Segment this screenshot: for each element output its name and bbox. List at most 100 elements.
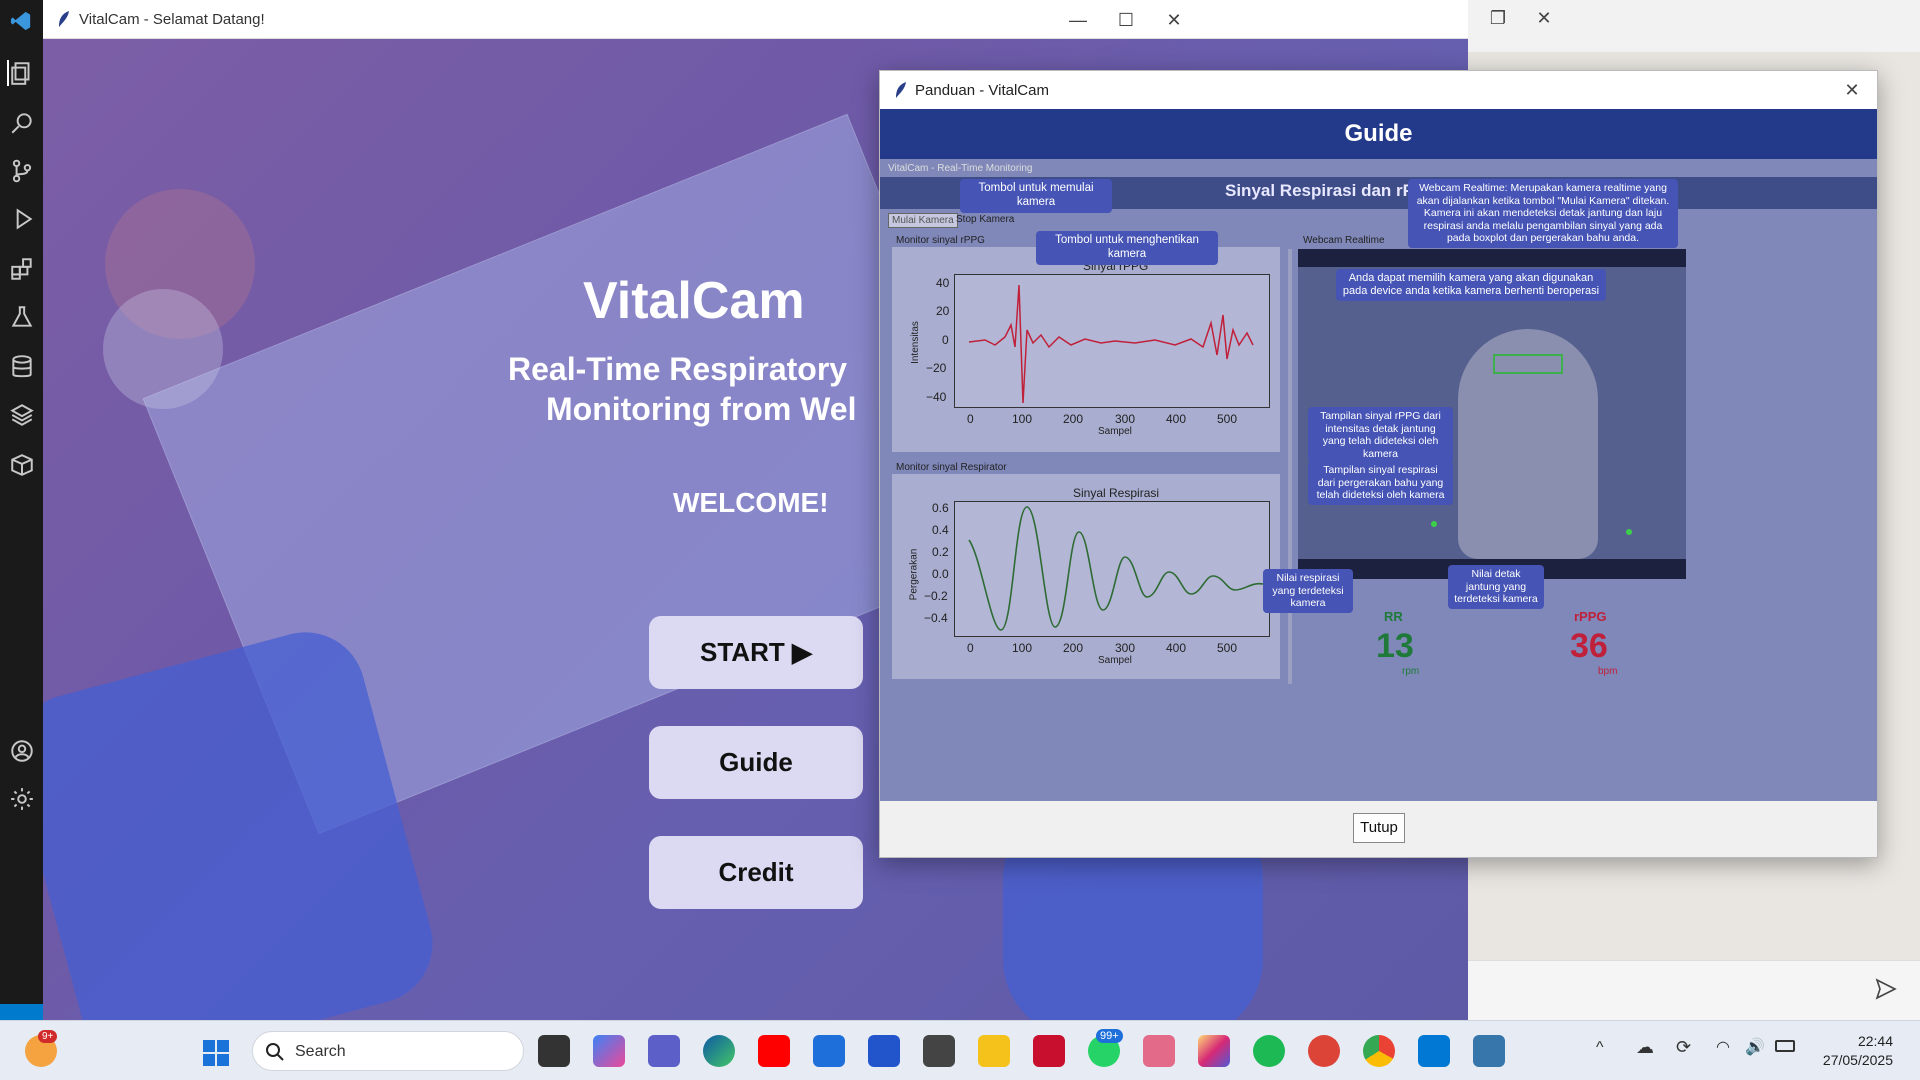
- battery-icon[interactable]: [1775, 1040, 1795, 1052]
- microsoft-store-icon[interactable]: [813, 1035, 845, 1067]
- shoulder-marker-left: [1431, 521, 1437, 527]
- search-placeholder: Search: [295, 1043, 346, 1060]
- callout-rr-value: Nilai respirasi yang terdeteksi kamera: [1263, 569, 1353, 613]
- file-explorer-icon[interactable]: [978, 1035, 1010, 1067]
- account-icon[interactable]: [9, 738, 35, 764]
- resp-xtick: 0: [967, 641, 974, 655]
- run-debug-icon[interactable]: [9, 206, 35, 232]
- resp-plot-area: [954, 501, 1270, 637]
- screenshot-start-camera-button: Mulai Kamera: [888, 213, 958, 228]
- copilot-icon[interactable]: [593, 1035, 625, 1067]
- taskbar-search-box[interactable]: Search: [252, 1031, 524, 1071]
- rppg-label: rPPG: [1574, 609, 1607, 624]
- resp-xtick: 200: [1063, 641, 1084, 655]
- testing-flask-icon[interactable]: [9, 304, 35, 330]
- rppg-ytick: 20: [936, 304, 950, 318]
- mcafee-icon[interactable]: [1033, 1035, 1065, 1067]
- main-maximize-button[interactable]: ☐: [1112, 8, 1140, 32]
- source-control-icon[interactable]: [9, 158, 35, 184]
- rppg-ylabel: Intensitas: [909, 321, 921, 364]
- youtube-icon[interactable]: [758, 1035, 790, 1067]
- vscode-activity-bar: [0, 0, 43, 1020]
- snipping-app-icon[interactable]: [1143, 1035, 1175, 1067]
- rppg-xtick: 0: [967, 412, 974, 426]
- remote-indicator[interactable]: [0, 1004, 43, 1020]
- send-icon[interactable]: [1874, 977, 1898, 1001]
- guide-screenshot: VitalCam - Real-Time Monitoring Sinyal R…: [880, 159, 1877, 801]
- teams-icon[interactable]: [648, 1035, 680, 1067]
- edge-icon[interactable]: [703, 1035, 735, 1067]
- taskbar-date[interactable]: 27/05/2025: [1813, 1052, 1893, 1068]
- rppg-xtick: 200: [1063, 412, 1084, 426]
- task-view-icon[interactable]: [538, 1035, 570, 1067]
- app-subtitle-line2: Monitoring from Wel: [546, 391, 857, 427]
- vscode-taskbar-icon[interactable]: [1418, 1035, 1450, 1067]
- resp-ytick: 0.2: [932, 545, 949, 559]
- taskbar-time[interactable]: 22:44: [1823, 1033, 1893, 1049]
- resp-ytick: −0.2: [924, 589, 948, 603]
- main-window-title: VitalCam - Selamat Datang!: [79, 11, 265, 28]
- layers-icon[interactable]: [9, 402, 35, 428]
- rppg-plot-area: [954, 274, 1270, 408]
- resp-ytick: 0.4: [932, 523, 949, 537]
- chrome-profile-icon[interactable]: [1308, 1035, 1340, 1067]
- spotify-icon[interactable]: [1253, 1035, 1285, 1067]
- close-guide-button[interactable]: Tutup: [1353, 813, 1405, 843]
- guide-dialog: Panduan - VitalCam ✕ Guide VitalCam - Re…: [879, 70, 1878, 858]
- resp-ylabel: Pergerakan: [908, 548, 920, 601]
- explorer-icon[interactable]: [7, 60, 33, 86]
- python-app-icon[interactable]: [1473, 1035, 1505, 1067]
- rppg-signal-line: [968, 284, 1254, 404]
- resp-xtick: 100: [1012, 641, 1033, 655]
- cloud-sync-icon[interactable]: ☁: [1636, 1037, 1654, 1058]
- rppg-xtick: 300: [1115, 412, 1136, 426]
- search-icon[interactable]: [9, 110, 35, 136]
- callout-start-camera: Tombol untuk memulai kamera: [960, 179, 1112, 213]
- callout-hr-value: Nilai detak jantung yang terdeteksi kame…: [1448, 565, 1544, 609]
- guide-close-button[interactable]: ✕: [1838, 78, 1866, 102]
- rr-unit: rpm: [1402, 666, 1420, 677]
- settings-gear-icon[interactable]: [9, 786, 35, 812]
- resp-plot-title: Sinyal Respirasi: [1073, 486, 1160, 500]
- screenshot-rppg-monitor-label: Monitor sinyal rPPG: [896, 235, 985, 246]
- extensions-icon[interactable]: [9, 256, 35, 282]
- guide-button[interactable]: Guide: [649, 726, 863, 799]
- windows-start-icon[interactable]: [202, 1039, 230, 1067]
- volume-icon[interactable]: 🔊: [1745, 1037, 1765, 1057]
- welcome-text: WELCOME!: [673, 487, 829, 518]
- rppg-xtick: 400: [1166, 412, 1187, 426]
- bg-close-button[interactable]: ✕: [1530, 6, 1558, 30]
- wifi-icon[interactable]: ◠: [1716, 1037, 1730, 1057]
- package-icon[interactable]: [9, 452, 35, 478]
- rppg-ytick: −40: [926, 390, 947, 404]
- rppg-xlabel: Sampel: [1098, 426, 1132, 437]
- rppg-ytick: −20: [926, 361, 947, 375]
- chrome-icon[interactable]: [1363, 1035, 1395, 1067]
- unity-icon[interactable]: [923, 1035, 955, 1067]
- refresh-icon[interactable]: ⟳: [1676, 1037, 1691, 1058]
- callout-resp-display: Tampilan sinyal respirasi dari pergeraka…: [1308, 461, 1453, 505]
- vscode-logo-icon: [10, 11, 31, 31]
- bottle-image: [103, 289, 223, 409]
- database-icon[interactable]: [9, 354, 35, 380]
- chevron-up-icon[interactable]: ^: [1596, 1039, 1604, 1057]
- start-button[interactable]: START ▶: [649, 616, 863, 689]
- guide-window-title: Panduan - VitalCam: [915, 82, 1049, 99]
- matlab-style-app-icon[interactable]: [868, 1035, 900, 1067]
- callout-webcam: Webcam Realtime: Merupakan kamera realti…: [1408, 179, 1678, 248]
- credit-button[interactable]: Credit: [649, 836, 863, 909]
- callout-camera-select: Anda dapat memilih kamera yang akan digu…: [1336, 269, 1606, 302]
- whatsapp-badge: 99+: [1096, 1029, 1123, 1043]
- app-subtitle-line1: Real-Time Respiratory: [508, 351, 848, 387]
- widget-badge: 9+: [38, 1030, 58, 1043]
- resp-signal-line: [968, 506, 1264, 631]
- main-close-button[interactable]: ✕: [1160, 8, 1188, 32]
- guide-titlebar: Panduan - VitalCam ✕: [880, 71, 1877, 109]
- instagram-icon[interactable]: [1198, 1035, 1230, 1067]
- rppg-xtick: 100: [1012, 412, 1033, 426]
- main-minimize-button[interactable]: —: [1064, 8, 1092, 32]
- resp-xtick: 300: [1115, 641, 1136, 655]
- rppg-unit: bpm: [1598, 666, 1618, 677]
- bg-restore-button[interactable]: ❐: [1484, 6, 1512, 30]
- forehead-roi-box: [1493, 354, 1563, 374]
